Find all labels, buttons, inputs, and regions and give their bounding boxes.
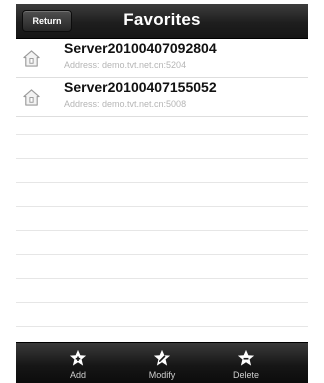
page-title: Favorites bbox=[123, 10, 201, 29]
modify-button[interactable]: Modify bbox=[130, 343, 194, 383]
star-pencil-icon bbox=[153, 349, 171, 366]
server-name: Server20100407092804 bbox=[64, 40, 217, 56]
server-name: Server20100407155052 bbox=[64, 79, 217, 95]
list-item[interactable]: Server20100407092804 Address: demo.tvt.n… bbox=[16, 39, 308, 78]
list-item[interactable]: Server20100407155052 Address: demo.tvt.n… bbox=[16, 78, 308, 117]
modify-label: Modify bbox=[148, 370, 176, 380]
favorites-list: Server20100407092804 Address: demo.tvt.n… bbox=[16, 39, 308, 342]
add-label: Add bbox=[69, 370, 86, 380]
favorites-screen: Return Favorites Server20100407092804 Ad… bbox=[0, 0, 324, 383]
star-plus-icon bbox=[69, 349, 87, 366]
home-icon bbox=[23, 89, 40, 106]
bottom-toolbar: Add Modify Delete bbox=[16, 342, 308, 383]
home-icon bbox=[23, 50, 40, 67]
server-address: Address: demo.tvt.net.cn:5008 bbox=[64, 99, 187, 109]
add-button[interactable]: Add bbox=[46, 343, 110, 383]
delete-label: Delete bbox=[232, 370, 259, 380]
server-address: Address: demo.tvt.net.cn:5204 bbox=[64, 60, 187, 70]
star-minus-icon bbox=[237, 349, 255, 366]
navigation-bar: Return Favorites bbox=[16, 4, 308, 39]
delete-button[interactable]: Delete bbox=[214, 343, 278, 383]
